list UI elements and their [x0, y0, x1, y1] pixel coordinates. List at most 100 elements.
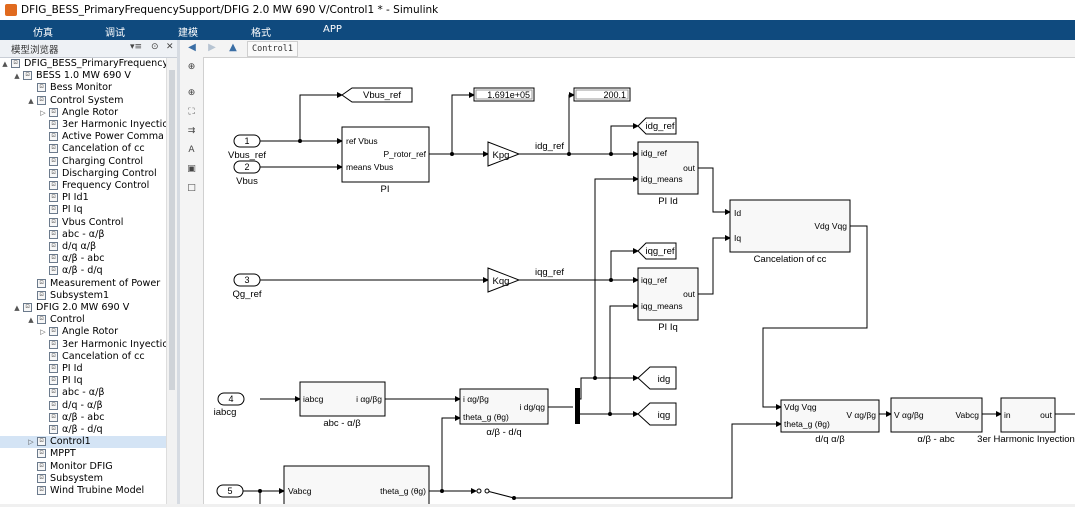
tree-item[interactable]: ⊡ d/q α/β — [0, 241, 166, 253]
subsystem-icon: ⊡ — [37, 315, 46, 325]
tree-item[interactable]: ▲ ⊡ Control System — [0, 95, 166, 107]
block-dq-to-alphabeta[interactable]: Vdg Vqg theta_g (θg) V αg/βg d/q α/β — [780, 399, 880, 445]
tree-item[interactable]: ⊡ d/q - α/β — [0, 400, 166, 412]
breadcrumb[interactable]: Control1 — [247, 41, 298, 57]
inport-vbus[interactable]: 2 Vbus — [233, 160, 261, 187]
inport-qg-ref[interactable]: 3 Qg_ref — [232, 273, 262, 300]
menu-debug[interactable]: 调试 — [105, 24, 125, 39]
block-pi[interactable]: ref Vbus means Vbus P_rotor_ref PI — [341, 126, 430, 195]
tree-item[interactable]: ⊡ PI Id — [0, 363, 166, 375]
tree-item[interactable]: ⊡ Subsystem1 — [0, 290, 166, 302]
tree-item[interactable]: ⊡ PI Id1 — [0, 192, 166, 204]
block-pi-id[interactable]: idg_ref idg_means out PI Id — [637, 141, 699, 207]
expanded-triangle-icon[interactable]: ▲ — [27, 95, 35, 107]
up-arrow-icon[interactable]: ▲ — [226, 42, 240, 54]
tree-item[interactable]: ⊡ PI Iq — [0, 375, 166, 387]
block-name: α/β - d/q — [486, 427, 521, 438]
tree-item[interactable]: ▷ ⊡ Angle Rotor — [0, 326, 166, 338]
tree-item[interactable]: ⊡ PI Iq — [0, 204, 166, 216]
route-lines-icon[interactable]: ⇉ — [186, 126, 197, 137]
goto-iqg[interactable]: iqg — [637, 402, 677, 426]
tree-item[interactable]: ⊡ MPPT — [0, 448, 166, 460]
block-cancelation-of-cc[interactable]: Id Iq Vdg Vqg Cancelation of cc — [729, 199, 851, 265]
tree-item[interactable]: ⊡ Frequency Control — [0, 180, 166, 192]
tree-item[interactable]: ▷ ⊡ Angle Rotor — [0, 107, 166, 119]
inport-vabcg[interactable]: 5 — [216, 484, 244, 498]
tree-item-label: Angle Rotor — [62, 326, 119, 338]
expanded-triangle-icon[interactable]: ▲ — [13, 302, 21, 314]
menu-apps[interactable]: APP — [323, 24, 342, 35]
block-alphabeta-to-dq[interactable]: i αg/βg theta_g (θg) i dg/qg α/β - d/q — [459, 388, 549, 438]
tree-item[interactable]: ⊡ α/β - d/q — [0, 424, 166, 436]
tree-scrollbar[interactable] — [166, 58, 177, 504]
zoom-icon[interactable]: ⊕ — [186, 88, 197, 99]
panel-options-icon[interactable]: ⊙ — [151, 42, 159, 52]
menu-simulation[interactable]: 仿真 — [33, 24, 53, 39]
collapsed-triangle-icon[interactable]: ▷ — [27, 436, 35, 448]
tree-item-label: α/β - abc — [62, 411, 105, 423]
block-3er-harmonic-inyection[interactable]: in out 3er Harmonic Inyection — [977, 397, 1075, 445]
tree-item[interactable]: ⊡ Cancelation of cc — [0, 351, 166, 363]
tree-item[interactable]: ▲ ⊡ BESS 1.0 MW 690 V — [0, 70, 166, 82]
tree-item[interactable]: ▲ ⊡ Control — [0, 314, 166, 326]
expanded-triangle-icon[interactable]: ▲ — [1, 58, 9, 70]
tree-item-label: Subsystem — [50, 472, 103, 484]
tree-item[interactable]: ⊡ 3er Harmonic Inyectio — [0, 339, 166, 351]
goto-vbus-ref[interactable]: Vbus_ref — [341, 87, 413, 103]
fit-to-view-icon[interactable]: ⛶ — [186, 107, 197, 118]
subsystem-icon: ⊡ — [49, 364, 58, 373]
block-port-label: Vabcg — [288, 486, 312, 496]
tree-scrollbar-thumb[interactable] — [169, 70, 175, 390]
menu-modeling[interactable]: 建模 — [178, 24, 198, 39]
tree-item[interactable]: ⊡ Discharging Control — [0, 168, 166, 180]
tree-item[interactable]: ⊡ Wind Trubine Model — [0, 485, 166, 497]
gain-kpg[interactable]: Kpg — [487, 141, 521, 167]
tree-item[interactable]: ⊡ Active Power Comma — [0, 131, 166, 143]
collapsed-triangle-icon[interactable]: ▷ — [39, 107, 47, 119]
hide-browser-icon[interactable]: ⊕ — [186, 62, 197, 73]
tree-item[interactable]: ⊡ 3er Harmonic Inyectio — [0, 119, 166, 131]
area-icon[interactable]: □ — [186, 183, 197, 194]
tree-item[interactable]: ⊡ Charging Control — [0, 156, 166, 168]
expanded-triangle-icon[interactable]: ▲ — [13, 70, 21, 82]
tree-item[interactable]: ⊡ abc - α/β — [0, 229, 166, 241]
expanded-triangle-icon[interactable]: ▲ — [27, 314, 35, 326]
goto-iqg-ref[interactable]: iqg_ref — [637, 242, 677, 260]
panel-close-icon[interactable]: ✕ — [166, 42, 174, 52]
block-pi-iq[interactable]: iqg_ref iqg_means out PI Iq — [637, 267, 699, 333]
tree-item[interactable]: ▲ ⊡ DFIG_BESS_PrimaryFrequencySu — [0, 58, 166, 70]
block-alphabeta-to-abc[interactable]: V αg/βg Vabcg α/β - abc — [890, 397, 983, 445]
panel-menu-icon[interactable]: ▾≡ — [130, 42, 142, 52]
inport-iabcg[interactable]: 4 iabcg — [214, 392, 245, 418]
tree-item[interactable]: ⊡ Vbus Control — [0, 217, 166, 229]
block-angle-grid[interactable]: Vabcg theta_g (θg) — [283, 465, 430, 507]
inport-label: Qg_ref — [232, 289, 261, 300]
demux-block[interactable] — [575, 388, 580, 424]
inport-vbus-ref[interactable]: 1 Vbus_ref — [228, 134, 266, 161]
subsystem-icon: ⊡ — [49, 107, 58, 117]
display-idg-ref[interactable]: 200.1 — [573, 87, 631, 102]
tree-item[interactable]: ▷ ⊡ Control1 — [0, 436, 166, 449]
tree-item[interactable]: ⊡ Measurement of Power — [0, 278, 166, 290]
goto-idg[interactable]: idg — [637, 366, 677, 390]
tree-item[interactable]: ⊡ α/β - d/q — [0, 265, 166, 277]
tree-item[interactable]: ⊡ Subsystem — [0, 473, 166, 485]
tree-item[interactable]: ⊡ abc - α/β — [0, 387, 166, 399]
back-arrow-icon[interactable]: ◀ — [185, 42, 199, 54]
tree-item[interactable]: ▲ ⊡ DFIG 2.0 MW 690 V — [0, 302, 166, 314]
tree-item[interactable]: ⊡ α/β - abc — [0, 253, 166, 265]
manual-switch[interactable] — [476, 488, 490, 494]
tree-item[interactable]: ⊡ Monitor DFIG — [0, 461, 166, 473]
collapsed-triangle-icon[interactable]: ▷ — [39, 326, 47, 338]
menu-format[interactable]: 格式 — [251, 24, 271, 39]
tree-item[interactable]: ⊡ Bess Monitor — [0, 82, 166, 94]
block-abc-to-alphabeta[interactable]: iabcg i αg/βg abc - α/β — [299, 381, 386, 429]
image-icon[interactable]: ▣ — [186, 164, 197, 175]
forward-arrow-icon[interactable]: ▶ — [205, 42, 219, 54]
annotation-icon[interactable]: A — [186, 145, 197, 156]
goto-idg-ref[interactable]: idg_ref — [637, 117, 677, 135]
tree-item[interactable]: ⊡ Cancelation of cc — [0, 143, 166, 155]
gain-kqg[interactable]: Kqg — [487, 267, 521, 293]
display-p-rotor-ref[interactable]: 1.691e+05 — [473, 87, 535, 102]
tree-item[interactable]: ⊡ α/β - abc — [0, 412, 166, 424]
